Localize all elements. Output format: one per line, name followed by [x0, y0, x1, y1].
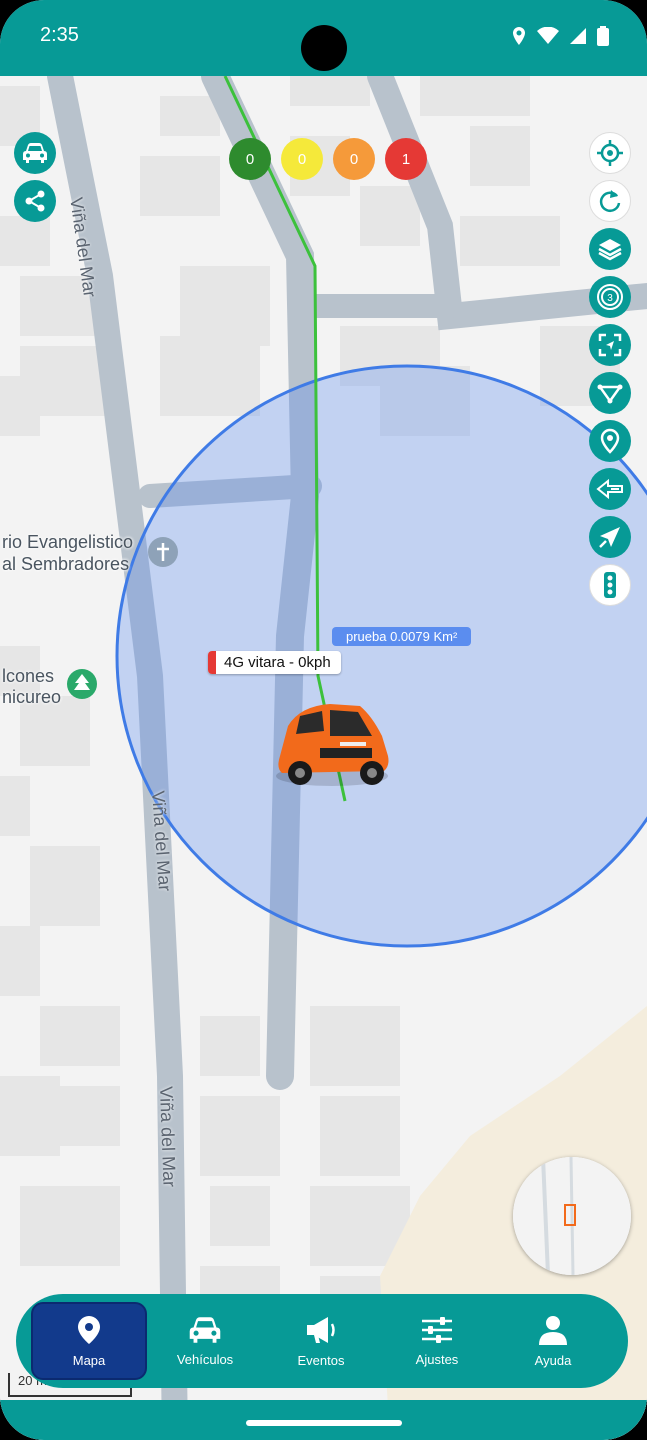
- geofence-label[interactable]: prueba 0.0079 Km²: [332, 627, 472, 646]
- poi-button[interactable]: [589, 420, 631, 462]
- route-button[interactable]: [589, 372, 631, 414]
- my-location-button[interactable]: [589, 132, 631, 174]
- signal-icon: [570, 28, 586, 44]
- counter-yellow[interactable]: 0: [281, 138, 323, 180]
- layers-button[interactable]: [589, 228, 631, 270]
- my-location-icon: [597, 140, 623, 166]
- vehicle-label[interactable]: 4G vitara - 0kph: [208, 651, 341, 674]
- battery-icon: [597, 26, 609, 46]
- bottom-navigation: Mapa Vehículos Eventos Ajustes Ayuda: [16, 1294, 628, 1388]
- send-command-icon: [596, 478, 623, 500]
- status-icons: [511, 26, 609, 46]
- nav-item-map[interactable]: Mapa: [31, 1302, 147, 1380]
- right-action-buttons: 3: [589, 132, 631, 606]
- traffic-button[interactable]: [589, 564, 631, 606]
- person-icon: [539, 1315, 567, 1345]
- megaphone-icon: [307, 1316, 335, 1343]
- refresh-icon: [599, 190, 621, 212]
- traffic-light-icon: [604, 572, 616, 598]
- location-status-icon: [513, 27, 525, 45]
- front-camera: [301, 25, 347, 71]
- share-icon: [25, 190, 45, 212]
- fit-bounds-icon: [598, 333, 622, 357]
- poi-icon: [600, 428, 620, 454]
- counter-green[interactable]: 0: [229, 138, 271, 180]
- nav-item-settings[interactable]: Ajustes: [379, 1302, 495, 1380]
- phone-screen: 2:35 rio Evangelistico al Sembradores lc…: [0, 0, 647, 1440]
- street-label: Viña del Mar: [156, 1086, 180, 1188]
- status-time: 2:35: [40, 24, 79, 46]
- nav-label: Mapa: [72, 1352, 106, 1368]
- minimap-canvas: [513, 1157, 631, 1275]
- left-action-buttons: [14, 132, 56, 222]
- cluster-icon: 3: [597, 284, 623, 310]
- status-bar: 2:35: [0, 0, 647, 76]
- nav-label: Ayuda: [534, 1352, 572, 1368]
- home-indicator[interactable]: [246, 1420, 402, 1426]
- geofence-circle[interactable]: [115, 364, 647, 948]
- nav-label: Vehículos: [176, 1351, 234, 1367]
- car-icon: [23, 143, 47, 163]
- counter-red[interactable]: 1: [385, 138, 427, 180]
- nav-item-help[interactable]: Ayuda: [495, 1302, 611, 1380]
- place-label: rio Evangelistico: [2, 532, 134, 552]
- navigate-icon: [599, 527, 620, 548]
- counter-orange[interactable]: 0: [333, 138, 375, 180]
- alert-counters: 0 0 0 1: [229, 138, 427, 180]
- send-command-button[interactable]: [589, 468, 631, 510]
- vehicles-button[interactable]: [14, 132, 56, 174]
- route-icon: [597, 384, 623, 404]
- sliders-icon: [422, 1316, 452, 1343]
- nav-label: Ajustes: [415, 1351, 459, 1367]
- navigate-button[interactable]: [589, 516, 631, 558]
- nav-label: Eventos: [297, 1352, 345, 1368]
- layers-icon: [598, 239, 622, 261]
- minimap[interactable]: [513, 1157, 631, 1275]
- refresh-button[interactable]: [589, 180, 631, 222]
- place-label: al Sembradores: [2, 554, 130, 574]
- place-label: lcones: [2, 666, 55, 686]
- svg-text:3: 3: [607, 293, 613, 304]
- map-pin-icon: [78, 1315, 100, 1344]
- wifi-icon: [537, 27, 559, 44]
- nav-item-vehicles[interactable]: Vehículos: [147, 1302, 263, 1380]
- car-icon: [189, 1316, 221, 1343]
- place-label: nicureo: [2, 687, 62, 707]
- cluster-button[interactable]: 3: [589, 276, 631, 318]
- fit-bounds-button[interactable]: [589, 324, 631, 366]
- share-button[interactable]: [14, 180, 56, 222]
- nav-item-events[interactable]: Eventos: [263, 1302, 379, 1380]
